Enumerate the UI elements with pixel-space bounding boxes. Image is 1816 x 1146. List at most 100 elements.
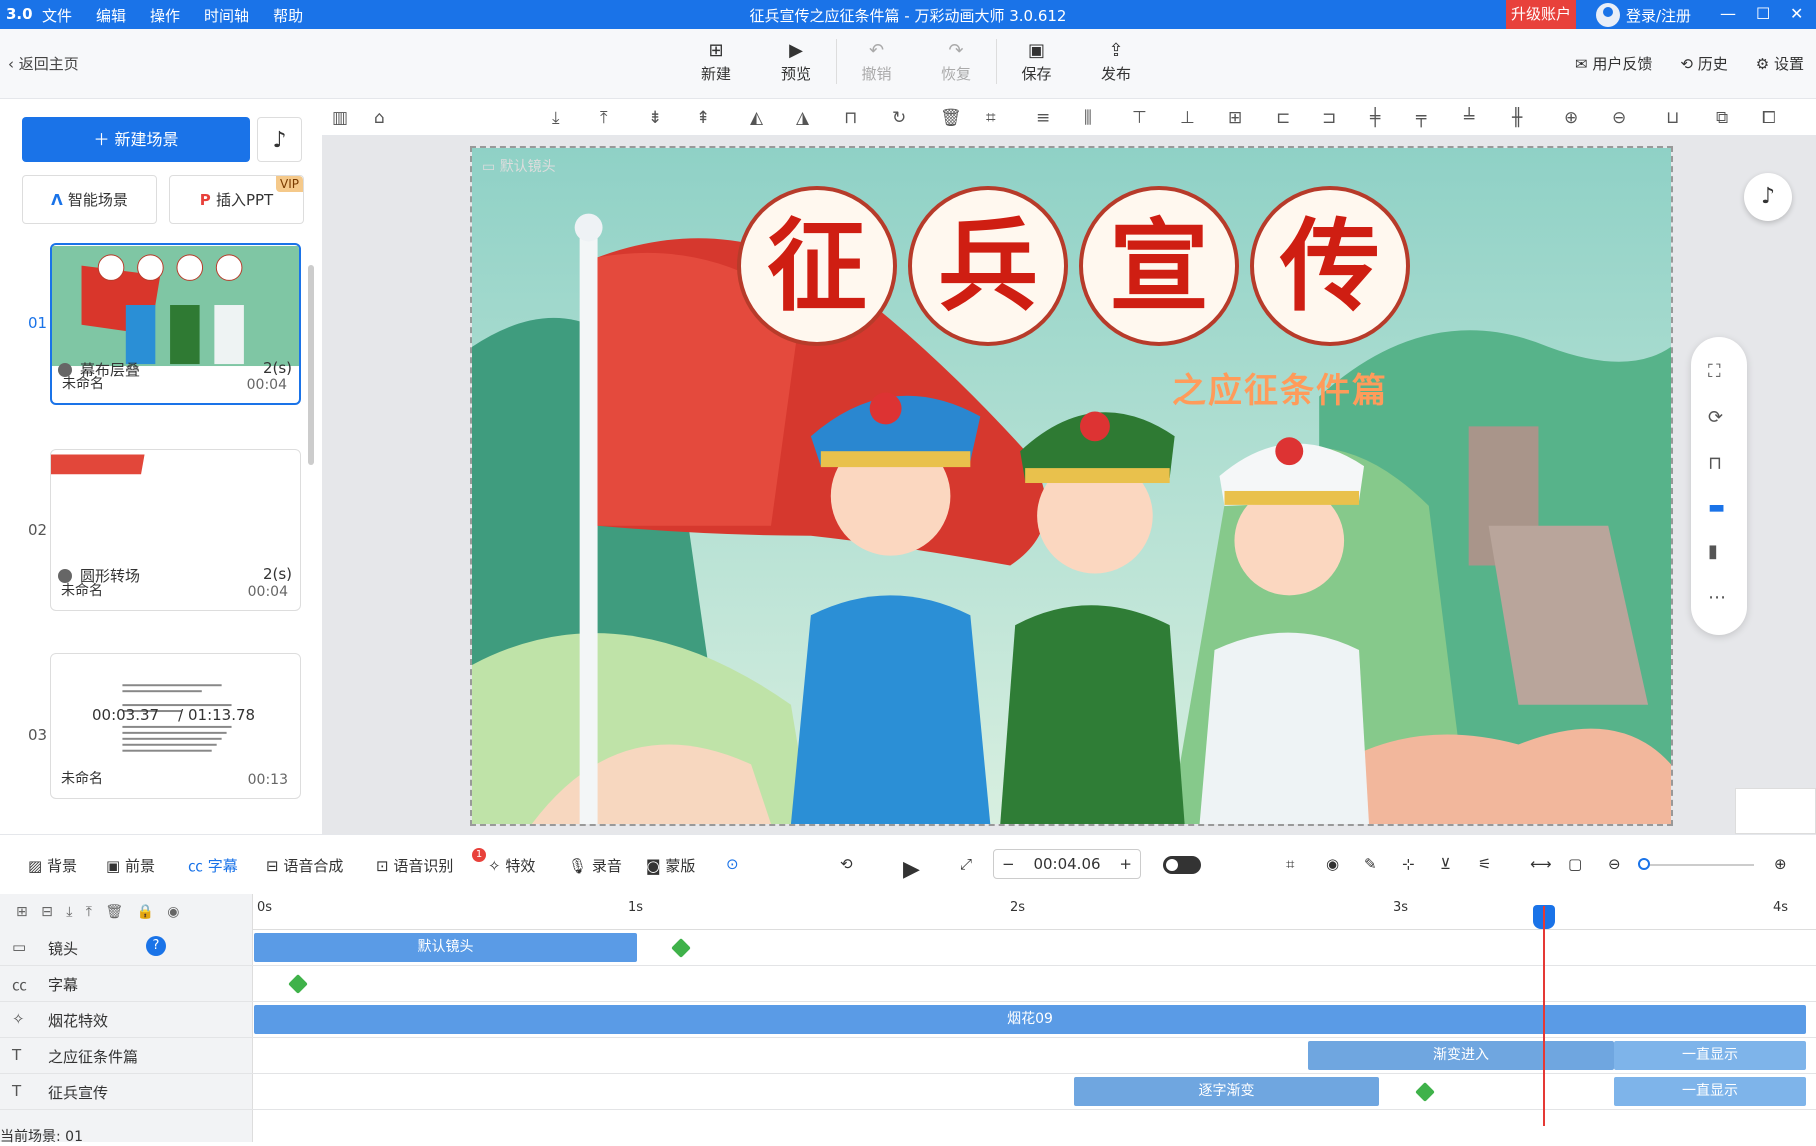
move-top-icon[interactable]: ⤒ (600, 108, 608, 128)
camera-icon[interactable]: ◉ (1326, 855, 1339, 873)
align-top-icon[interactable]: ⊤ (1132, 108, 1147, 128)
rotate-screen-icon[interactable]: ⟳ (1708, 407, 1723, 428)
more-tabs-icon[interactable]: ⊙ (726, 855, 739, 873)
smart-scene-button[interactable]: Λ 智能场景 (22, 175, 157, 224)
scene-thumb-03[interactable]: 未命名 00:13 (50, 653, 301, 799)
ratio-icon[interactable]: ▢ (1568, 855, 1582, 873)
play-button[interactable]: ▶ (903, 857, 920, 882)
center-v-icon[interactable]: ╫ (1512, 108, 1522, 128)
lock-track-icon[interactable]: 🔒 (136, 904, 153, 920)
adjust-icon[interactable]: ⚟ (1478, 855, 1491, 873)
fit-screen-icon[interactable]: ⛶ (1708, 361, 1721, 382)
always-show-clip[interactable]: 一直显示 (1614, 1077, 1806, 1106)
stage-canvas[interactable]: ▭ 默认镜头 征 兵 宣 传 之应征条件篇 (470, 146, 1673, 826)
tab-record[interactable]: 🎙 录音 (568, 855, 622, 876)
align-top-edge-icon[interactable]: ╤ (1416, 108, 1426, 128)
zoom-in-timeline-icon[interactable]: ⊕ (1774, 855, 1787, 873)
zoom-slider-handle[interactable] (1638, 858, 1650, 870)
keyframe-add-icon[interactable] (671, 938, 691, 958)
title-char-4[interactable]: 传 (1250, 186, 1410, 346)
background-music-button[interactable]: ♪ (1744, 173, 1792, 221)
edit-icon[interactable]: ✎ (1364, 855, 1377, 873)
desktop-view-icon[interactable]: ▬ (1708, 497, 1725, 518)
undo-button[interactable]: ↶ 撤销 (836, 39, 916, 84)
visibility-icon[interactable]: ◉ (167, 904, 179, 920)
move-up-track-icon[interactable]: ⤒ (86, 904, 92, 920)
move-down-icon[interactable]: ⇟ (648, 108, 662, 128)
transition-item[interactable]: 圆形转场 2(s) (58, 565, 292, 586)
music-button[interactable]: ♪ (257, 117, 302, 162)
center-h-icon[interactable]: ╪ (1370, 108, 1380, 128)
keyframe-add-icon[interactable] (1415, 1082, 1435, 1102)
playhead-line[interactable] (1543, 906, 1545, 1126)
preview-button[interactable]: ▶ 预览 (756, 39, 836, 84)
title-char-3[interactable]: 宣 (1079, 186, 1239, 346)
align-left-icon[interactable]: ≡ (1036, 108, 1050, 128)
new-button[interactable]: ⊞ 新建 (676, 39, 756, 84)
ruler-icon[interactable]: ▥ (332, 108, 348, 128)
publish-button[interactable]: ⇪ 发布 (1076, 39, 1156, 84)
title-char-1[interactable]: 征 (737, 186, 897, 346)
align-center-icon[interactable]: ⫼ (1084, 108, 1092, 128)
always-show-clip[interactable]: 一直显示 (1614, 1041, 1806, 1070)
lock-view-icon[interactable]: ⊓ (1708, 453, 1722, 474)
new-folder-icon[interactable]: ⊟ (41, 904, 53, 920)
fullscreen-icon[interactable]: ⤢ (960, 855, 972, 873)
tab-speech-recognition[interactable]: ⊡ 语音识别 (376, 855, 453, 876)
time-stepper[interactable]: −00:04.06 + (993, 849, 1141, 879)
distribute-icon[interactable]: ⊞ (1228, 108, 1242, 128)
scene-thumb-02[interactable]: 未命名 00:04 (50, 449, 301, 611)
new-scene-button[interactable]: ＋ 新建场景 (22, 117, 250, 162)
move-up-icon[interactable]: ⇞ (696, 108, 710, 128)
align-left-edge-icon[interactable]: ⊏ (1276, 108, 1290, 128)
close-icon[interactable]: ✕ (1790, 4, 1803, 23)
home-icon[interactable]: ⌂ (374, 108, 385, 128)
upgrade-button[interactable]: 升级账户 (1506, 0, 1576, 29)
paste-icon[interactable]: ⧠ (1762, 108, 1776, 128)
mobile-view-icon[interactable]: ▮ (1708, 541, 1718, 562)
zoom-out-icon[interactable]: ⊖ (1612, 108, 1626, 128)
scene-thumb-01[interactable]: 未命名 00:04 (50, 243, 301, 405)
fit-width-icon[interactable]: ⟷ (1530, 855, 1552, 873)
mini-preview[interactable] (1735, 788, 1816, 834)
zoom-in-icon[interactable]: ⊕ (1564, 108, 1578, 128)
typewriter-clip[interactable]: 逐字渐变 (1074, 1077, 1379, 1106)
scene-list-scrollbar[interactable] (308, 265, 314, 465)
time-value[interactable]: 00:04.06 (1033, 850, 1100, 878)
save-button[interactable]: ▣ 保存 (996, 39, 1076, 84)
plus-icon[interactable]: + (1119, 850, 1132, 878)
add-folder-icon[interactable]: ⊞ (16, 904, 28, 920)
settings-link[interactable]: ⚙ 设置 (1756, 53, 1804, 74)
move-down-track-icon[interactable]: ⤓ (66, 904, 72, 920)
tab-foreground[interactable]: ▣ 前景 (106, 855, 155, 876)
zoom-slider-track[interactable] (1642, 864, 1754, 866)
zoom-out-timeline-icon[interactable]: ⊖ (1608, 855, 1621, 873)
feedback-link[interactable]: ✉ 用户反馈 (1575, 53, 1652, 74)
tab-mask[interactable]: ◙ 蒙版 (646, 855, 695, 876)
split-icon[interactable]: ⊹ (1402, 855, 1415, 873)
align-middle-icon[interactable]: ⊥ (1180, 108, 1195, 128)
frame-icon[interactable]: ⌗ (1286, 855, 1294, 873)
more-icon[interactable]: ⋯ (1708, 587, 1726, 608)
delete-track-icon[interactable]: 🗑 (105, 904, 123, 920)
back-home-button[interactable]: ‹ 返回主页 (8, 53, 79, 74)
lock-icon[interactable]: ⊓ (844, 108, 857, 128)
flip-vertical-icon[interactable]: ◮ (796, 108, 809, 128)
move-bottom-icon[interactable]: ⤓ (552, 108, 560, 128)
help-icon[interactable]: ? (146, 936, 166, 956)
transition-item[interactable]: 幕布层叠 2(s) (58, 359, 292, 380)
redo-button[interactable]: ↷ 恢复 (916, 39, 996, 84)
align-right-edge-icon[interactable]: ⊐ (1322, 108, 1336, 128)
filter-icon[interactable]: ⊻ (1440, 855, 1451, 873)
fade-in-clip[interactable]: 渐变进入 (1308, 1041, 1614, 1070)
align-bottom-edge-icon[interactable]: ╧ (1464, 108, 1474, 128)
stage-subtitle[interactable]: 之应征条件篇 (1172, 363, 1388, 412)
tab-tts[interactable]: ⊟ 语音合成 (266, 855, 343, 876)
time-ruler[interactable]: 0s 1s 2s 3s 4s (253, 894, 1816, 930)
flip-horizontal-icon[interactable]: ◭ (750, 108, 763, 128)
replay-icon[interactable]: ⟲ (840, 855, 853, 873)
unlock-icon[interactable]: ⊔ (1666, 108, 1679, 128)
minimize-icon[interactable]: — (1720, 4, 1736, 23)
tab-subtitle[interactable]: ㏄ 字幕 (188, 855, 238, 876)
camera-clip[interactable]: 默认镜头 (254, 933, 637, 962)
